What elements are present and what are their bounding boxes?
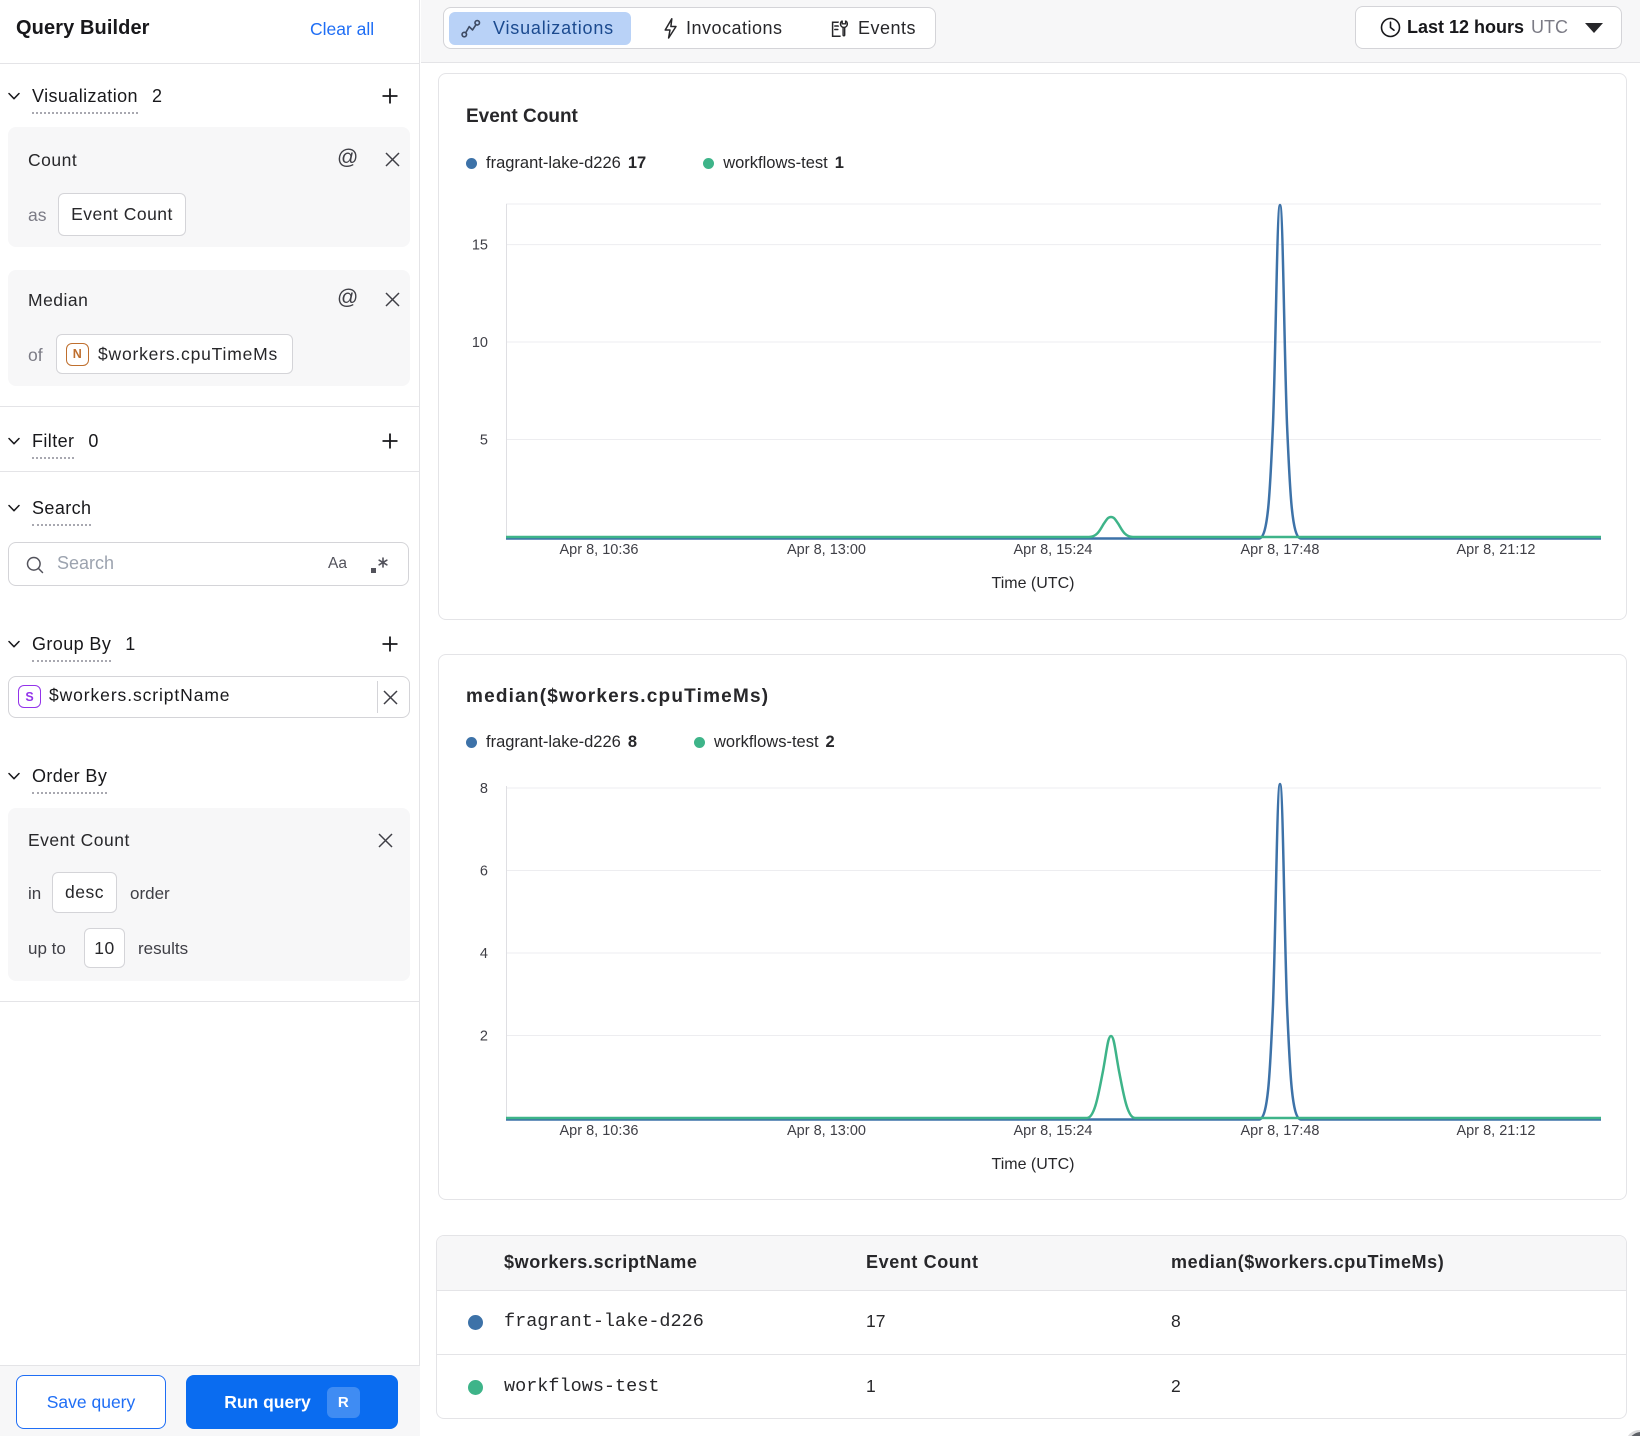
svg-text:2: 2 xyxy=(480,1029,488,1045)
svg-text:Apr 8, 10:36: Apr 8, 10:36 xyxy=(560,1123,639,1139)
svg-text:15: 15 xyxy=(472,238,488,254)
svg-text:Apr 8, 10:36: Apr 8, 10:36 xyxy=(560,542,639,558)
svg-text:6: 6 xyxy=(480,864,488,880)
svg-text:Apr 8, 15:24: Apr 8, 15:24 xyxy=(1014,542,1093,558)
svg-text:5: 5 xyxy=(480,433,488,449)
svg-text:Apr 8, 17:48: Apr 8, 17:48 xyxy=(1241,542,1320,558)
svg-text:8: 8 xyxy=(480,781,488,797)
svg-text:Apr 8, 13:00: Apr 8, 13:00 xyxy=(787,1123,866,1139)
svg-text:10: 10 xyxy=(472,335,488,351)
svg-text:Time (UTC): Time (UTC) xyxy=(992,1156,1075,1173)
svg-text:Apr 8, 21:12: Apr 8, 21:12 xyxy=(1457,542,1536,558)
svg-text:Apr 8, 15:24: Apr 8, 15:24 xyxy=(1014,1123,1093,1139)
svg-text:Apr 8, 13:00: Apr 8, 13:00 xyxy=(787,542,866,558)
svg-text:Apr 8, 17:48: Apr 8, 17:48 xyxy=(1241,1123,1320,1139)
svg-text:Apr 8, 21:12: Apr 8, 21:12 xyxy=(1457,1123,1536,1139)
svg-text:Time (UTC): Time (UTC) xyxy=(992,575,1075,592)
svg-text:4: 4 xyxy=(480,946,488,962)
